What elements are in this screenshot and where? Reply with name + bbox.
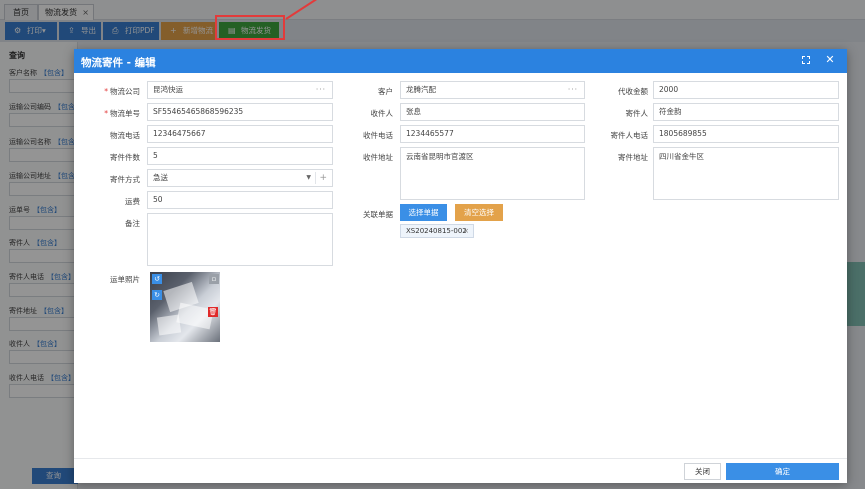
fee-label: 运费: [125, 197, 140, 206]
dialog-footer: 关闭 确定: [74, 458, 847, 483]
select-docs-button[interactable]: 选择单据: [400, 204, 447, 221]
receiver-phone-label: 收件电话: [363, 131, 393, 140]
cod-input[interactable]: 2000: [653, 81, 839, 99]
sender-phone-input[interactable]: 1805689855: [653, 125, 839, 143]
linked-doc-tag: XS20240815-002 ×: [400, 224, 474, 238]
logistics-phone-input[interactable]: 12346475667: [147, 125, 333, 143]
more-icon[interactable]: ···: [568, 82, 578, 98]
tracking-input[interactable]: SF55465465868596235: [147, 103, 333, 121]
receiver-address-textarea[interactable]: 云南省昆明市官渡区: [400, 147, 585, 200]
rotate-left-icon[interactable]: ↺: [152, 274, 162, 284]
fee-input[interactable]: 50: [147, 191, 333, 209]
maximize-icon[interactable]: [800, 54, 812, 66]
waybill-photo-label: 运单照片: [110, 275, 140, 284]
receiver-input[interactable]: 张息: [400, 103, 585, 121]
annotation-highlight-box: [215, 15, 285, 40]
receiver-phone-input[interactable]: 1234465577: [400, 125, 585, 143]
clear-selection-button[interactable]: 清空选择: [455, 204, 503, 221]
sender-address-textarea[interactable]: 四川省金牛区: [653, 147, 839, 200]
remark-textarea[interactable]: [147, 213, 333, 266]
sender-label: 寄件人: [625, 109, 649, 118]
sender-address-label: 寄件地址: [618, 153, 648, 162]
company-label: * 物流公司: [104, 87, 140, 96]
package-count-input[interactable]: 5: [147, 147, 333, 165]
close-button[interactable]: 关闭: [684, 463, 721, 480]
ship-method-label: 寄件方式: [110, 175, 140, 184]
trash-icon[interactable]: 🗑: [208, 307, 218, 317]
remark-label: 备注: [125, 219, 140, 228]
ship-method-select[interactable]: 急送 ▼ +: [147, 169, 333, 187]
chevron-down-icon[interactable]: ▼: [306, 170, 311, 186]
receiver-label: 收件人: [370, 109, 394, 118]
confirm-button[interactable]: 确定: [726, 463, 839, 480]
receiver-address-label: 收件地址: [363, 153, 393, 162]
logistics-phone-label: 物流电话: [110, 131, 140, 140]
rotate-right-icon[interactable]: ↻: [152, 290, 162, 300]
close-icon[interactable]: ✕: [824, 54, 836, 66]
cod-label: 代收金额: [618, 87, 648, 96]
linked-docs-label: 关联单据: [363, 210, 393, 219]
linked-doc-number: XS20240815-002: [406, 227, 467, 235]
company-field[interactable]: 昆鸿快运 ···: [147, 81, 333, 99]
zoom-icon[interactable]: ▫: [209, 274, 219, 284]
tracking-label: * 物流单号: [104, 109, 140, 118]
dialog-title: 物流寄件 - 编辑: [81, 57, 156, 69]
package-count-label: 寄件件数: [110, 153, 140, 162]
more-icon[interactable]: ···: [316, 82, 326, 98]
customer-label: 客户: [378, 87, 393, 96]
edit-logistics-dialog: 物流寄件 - 编辑 ✕ * 物流公司 昆鸿快运 ··· * 物流单号 SF554654…: [74, 49, 847, 483]
plus-icon[interactable]: +: [319, 170, 327, 186]
sender-input[interactable]: 符金韵: [653, 103, 839, 121]
customer-field[interactable]: 龙腾汽配 ···: [400, 81, 585, 99]
remove-tag-icon[interactable]: ×: [463, 225, 469, 238]
dialog-header: 物流寄件 - 编辑 ✕: [74, 49, 847, 73]
sender-phone-label: 寄件人电话: [610, 131, 649, 140]
